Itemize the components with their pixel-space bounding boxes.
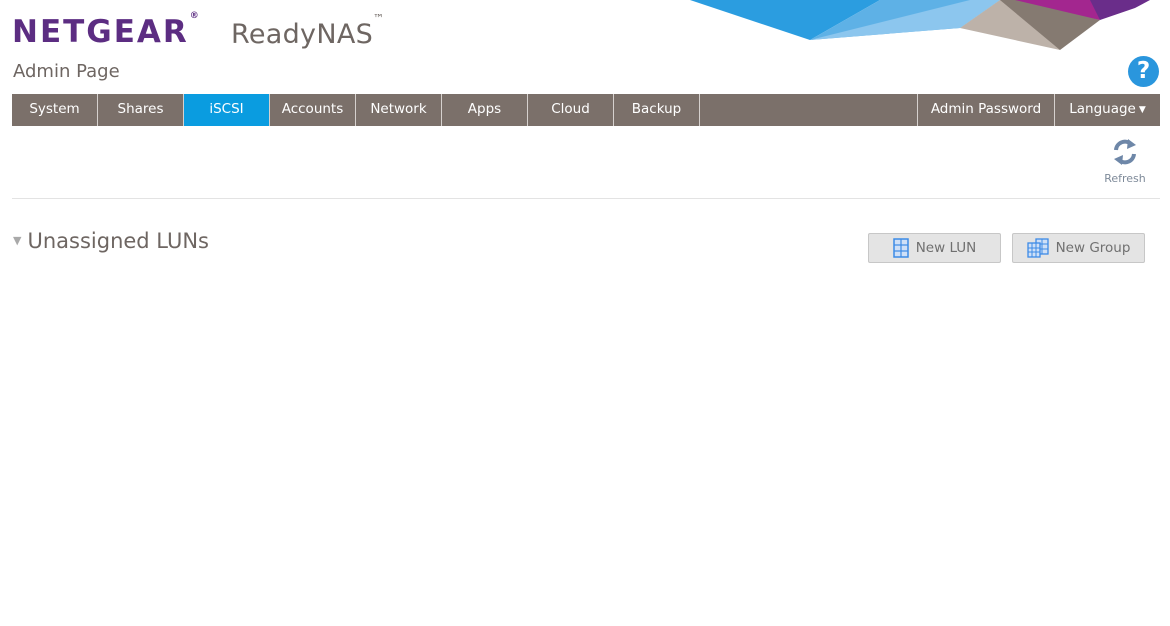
netgear-logo: NETGEAR®: [12, 10, 199, 50]
tab-system[interactable]: System: [12, 94, 98, 126]
tab-cloud[interactable]: Cloud: [528, 94, 614, 126]
unassigned-luns-header[interactable]: ▼ Unassigned LUNs: [13, 229, 209, 253]
header-banner-graphic: [690, 0, 1150, 50]
refresh-button[interactable]: Refresh: [1098, 137, 1152, 185]
tab-shares[interactable]: Shares: [98, 94, 184, 126]
question-circle-icon: ?: [1136, 58, 1151, 84]
tab-accounts[interactable]: Accounts: [270, 94, 356, 126]
refresh-icon: [1114, 139, 1136, 165]
main-nav: System Shares iSCSI Accounts Network App…: [12, 94, 1160, 126]
new-lun-button[interactable]: New LUN: [868, 233, 1001, 263]
help-button[interactable]: ?: [1128, 56, 1159, 87]
collapse-triangle-icon: ▼: [13, 234, 22, 247]
chevron-down-icon: ▼: [1138, 105, 1146, 115]
refresh-label: Refresh: [1104, 172, 1146, 185]
tab-admin-password[interactable]: Admin Password: [918, 94, 1055, 126]
brand-registered-mark: ®: [189, 10, 199, 21]
section-divider: [12, 198, 1160, 199]
brand-name: NETGEAR: [12, 14, 189, 50]
tab-network[interactable]: Network: [356, 94, 442, 126]
tab-language[interactable]: Language ▼: [1055, 94, 1160, 126]
product-name: ReadyNAS™: [231, 12, 384, 50]
language-label: Language: [1069, 101, 1136, 117]
product-trademark: ™: [373, 12, 385, 25]
page-subtitle: Admin Page: [13, 61, 120, 82]
lun-group-icon: [1026, 238, 1049, 258]
tab-backup[interactable]: Backup: [614, 94, 700, 126]
tab-iscsi[interactable]: iSCSI: [184, 94, 270, 126]
new-group-button[interactable]: New Group: [1012, 233, 1145, 263]
section-title: Unassigned LUNs: [27, 229, 209, 253]
new-lun-label: New LUN: [915, 240, 977, 256]
nav-spacer: [700, 94, 918, 126]
tab-apps[interactable]: Apps: [442, 94, 528, 126]
new-group-label: New Group: [1055, 240, 1131, 256]
lun-grid-icon: [892, 238, 909, 258]
product-label: ReadyNAS: [231, 19, 374, 50]
